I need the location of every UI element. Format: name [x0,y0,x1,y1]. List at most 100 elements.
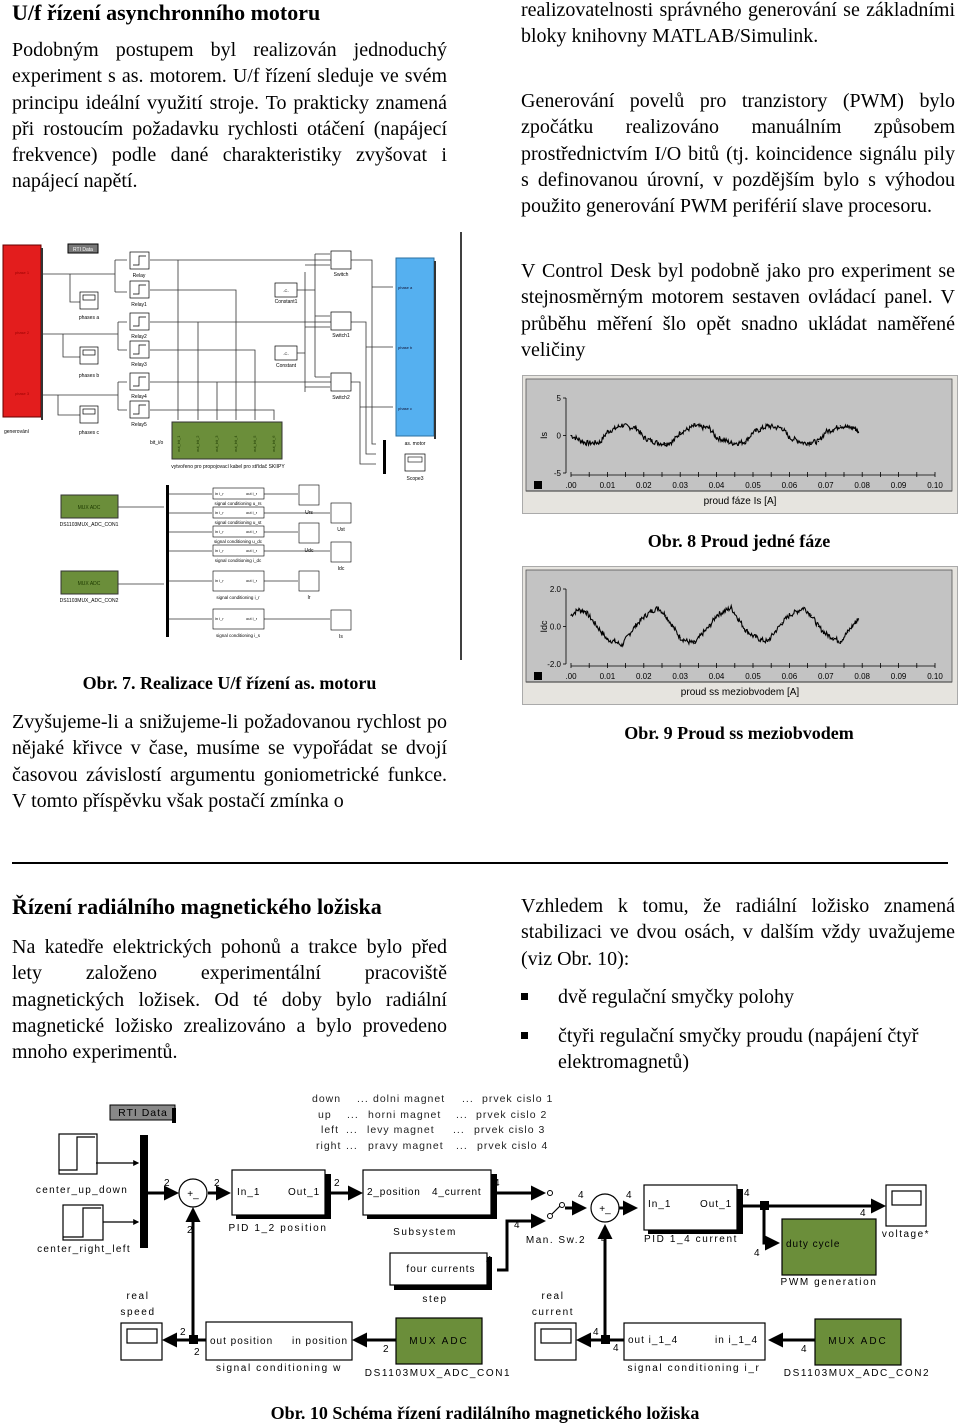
svg-text:DS1103MUX_ADC_CON1: DS1103MUX_ADC_CON1 [60,522,119,528]
is-data-point [657,442,659,444]
svg-text:-C-: -C- [283,288,289,293]
idc-data-point [635,624,638,626]
svg-text:out i_r: out i_r [246,529,258,534]
svg-text:phase 2: phase 2 [15,330,30,335]
x-tick-label: 0.06 [782,481,798,490]
svg-text:out position: out position [210,1336,273,1347]
svg-text:signal conditioning i_dc: signal conditioning i_dc [215,558,262,563]
idc-data-point [592,620,594,622]
svg-text:...: ... [347,1109,359,1121]
svg-text:in i_r: in i_r [215,548,224,553]
idc-data-point [643,616,645,618]
is-data-point [606,431,608,433]
idc-data-point [796,610,798,613]
svg-text:dolni magnet: dolni magnet [373,1093,445,1105]
svg-text:phases a: phases a [79,315,100,321]
svg-text:Constant1: Constant1 [275,299,298,305]
x-tick-label: 0.01 [600,672,616,681]
is-data-point [745,440,747,443]
svg-text:Ust: Ust [337,527,345,533]
svg-text:Switch: Switch [334,272,349,278]
figure-8-caption: Obr. 8 Proud jedné fáze [647,531,831,551]
svg-text:out i_r: out i_r [246,548,258,553]
svg-text:phases b: phases b [79,373,100,379]
scope-label-line2: current [532,1307,574,1318]
svg-text:prvek cislo 4: prvek cislo 4 [477,1140,548,1152]
svg-text:phase c: phase c [398,406,412,411]
svg-text:4: 4 [626,1190,632,1201]
plot-background [525,378,953,492]
x-tick-label: 0.10 [927,481,943,490]
svg-text:PID 1_2 position: PID 1_2 position [229,1223,328,1234]
svg-text:phase 3: phase 3 [15,391,30,396]
svg-text:as. motor: as. motor [405,441,426,447]
y-tick-label: 5 [557,394,562,403]
bullet-square-icon [521,1032,528,1039]
idc-data-point [614,640,616,643]
legend-square-icon [534,672,542,680]
svg-text:MUX ADC: MUX ADC [78,505,101,511]
svg-text:...: ... [456,1109,468,1121]
svg-text:...: ... [357,1093,369,1105]
figure-10-diagram: down... dolni magnet... prvek cislo 1 up..… [36,1093,929,1379]
idc-data-point [854,622,856,624]
figure-7-diagram: phase 1 phase 2 phase 3 generování RTI D… [2,232,462,660]
svg-text:Out_1: Out_1 [700,1199,732,1210]
idc-data-point [694,642,696,644]
is-data-point [810,441,812,443]
is-data-point [679,431,681,434]
svg-text:four currents: four currents [406,1264,475,1275]
is-data-point [628,426,630,428]
x-tick-label: 0.01 [600,481,616,490]
svg-text:...: ... [462,1093,474,1105]
svg-text:DS1103MUX_ADC_CON1: DS1103MUX_ADC_CON1 [365,1368,511,1379]
svg-text:In_1: In_1 [648,1199,671,1210]
svg-text:Relay1: Relay1 [131,302,147,308]
svg-text:4: 4 [744,1188,751,1199]
paragraph-pwm: Generování povelů pro tranzistory (PWM) … [521,90,955,218]
svg-text:2: 2 [164,1178,170,1189]
svg-text:...: ... [453,1124,465,1136]
idc-data-point [708,625,710,628]
chart-title: proud ss meziobvodem [A] [681,687,800,698]
svg-text:signal conditioning i_r: signal conditioning i_r [628,1363,761,1374]
svg-text:Relay3: Relay3 [131,362,147,368]
svg-text:out_bit_2: out_bit_2 [195,435,200,452]
svg-text:prvek cislo 2: prvek cislo 2 [476,1109,547,1121]
svg-text:step: step [422,1294,447,1305]
svg-text:...: ... [456,1140,468,1152]
is-data-point [650,440,652,442]
is-data-point [635,427,638,429]
svg-text:out i_r: out i_r [246,491,258,496]
svg-text:phases c: phases c [79,430,100,436]
is-data-point [832,428,834,431]
paragraph-bearing-axes: Vzhledem k tomu, že radiální ložisko zna… [521,895,955,970]
is-data-point [788,437,790,439]
idc-data-point [723,610,725,613]
svg-text:signal conditioning i_r: signal conditioning i_r [216,595,260,600]
idc-data-point [650,610,652,613]
y-axis-label: Is [539,432,549,440]
svg-text:-C-: -C- [283,351,289,356]
svg-text:...: ... [346,1140,358,1152]
svg-text:left: left [321,1124,339,1136]
svg-text:center_right_left: center_right_left [37,1244,131,1255]
svg-text:prvek cislo 3: prvek cislo 3 [474,1124,545,1136]
svg-text:4: 4 [801,1344,808,1355]
idc-data-point [810,614,812,616]
is-data-point [584,442,587,444]
section-heading-uf: U/f řízení asynchronního motoru [12,0,321,25]
real-current-label: real [541,1291,564,1302]
is-data-point [716,437,718,439]
svg-text:Out_1: Out_1 [288,1187,320,1198]
svg-text:4: 4 [578,1190,584,1201]
idc-data-point [577,609,579,611]
svg-text:out i_r: out i_r [246,510,258,515]
y-tick-label: 2.0 [550,585,562,594]
is-data-point [839,425,841,427]
is-data-point [803,442,805,444]
x-tick-label: 0.09 [891,481,907,490]
bullet-square-icon [521,993,528,1000]
svg-text:signal conditioning u_st: signal conditioning u_st [215,520,263,525]
svg-text:out i_r: out i_r [246,578,258,583]
